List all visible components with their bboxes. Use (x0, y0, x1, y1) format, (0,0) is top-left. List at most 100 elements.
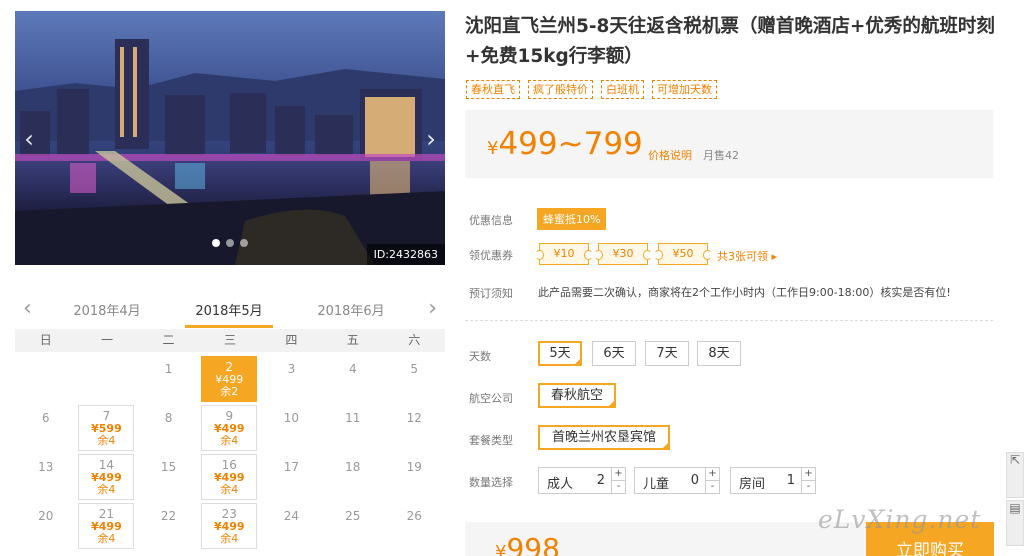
month-tab-current[interactable]: 2018年5月 (185, 300, 273, 319)
promo-badge: 蜂蜜抵10% (537, 208, 607, 230)
calendar-day-cell[interactable]: 14 ¥499 余4 (76, 454, 137, 503)
room-decrement-button[interactable]: - (801, 481, 815, 494)
calendar-day-available[interactable]: 7 ¥599 余4 (78, 405, 135, 451)
coupon-label: 领优惠券 (469, 249, 513, 262)
room-increment-button[interactable]: + (801, 468, 815, 481)
price-explanation-link[interactable]: 价格说明 (648, 147, 692, 163)
calendar-day-available[interactable]: 9 ¥499 余4 (201, 405, 258, 451)
calendar-day-cell: 19 (384, 454, 445, 503)
weekday-label: 四 (285, 333, 298, 347)
booking-notice-text: 此产品需要二次确认，商家将在2个工作小时内（工作日9:00-18:00）核实是否… (538, 286, 951, 299)
chevron-right-icon[interactable]: › (428, 296, 437, 321)
gallery-next-arrow[interactable]: › (421, 124, 441, 154)
calendar-day-available[interactable]: 14 ¥499 余4 (78, 454, 135, 500)
gallery-prev-arrow[interactable]: ‹ (19, 124, 39, 154)
calendar-day-available[interactable]: 16 ¥499 余4 (201, 454, 258, 500)
day-number: 5 (410, 362, 419, 376)
child-increment-button[interactable]: + (705, 468, 719, 481)
calendar-day-cell: 8 (138, 405, 199, 454)
product-tag: 白班机 (601, 80, 644, 99)
monthly-sales: 月售42 (703, 149, 739, 162)
room-count[interactable]: 1 (781, 473, 795, 488)
child-quantity-stepper[interactable]: 儿童 0 + - (634, 467, 720, 494)
day-number: 13 (38, 460, 54, 474)
calendar-day-available[interactable]: 21 ¥499 余4 (78, 503, 135, 549)
coupon-more-link[interactable]: 共3张可领 ▸ (717, 248, 777, 264)
gallery-dot[interactable] (226, 239, 234, 247)
calendar-day-cell: 26 (384, 503, 445, 552)
day-number: 20 (38, 509, 54, 523)
child-count[interactable]: 0 (685, 473, 699, 488)
product-tags: 春秋直飞 疯了般特价 白班机 可增加天数 (466, 80, 717, 99)
calendar-day-cell: 10 (261, 405, 322, 454)
gallery-dot[interactable] (212, 239, 220, 247)
quantity-label: 数量选择 (469, 476, 513, 489)
calendar-day-cell: 20 (15, 503, 76, 552)
calendar-day-selected[interactable]: 2 ¥499 余2 (201, 356, 258, 402)
adult-increment-button[interactable]: + (611, 468, 625, 481)
room-quantity-stepper[interactable]: 房间 1 + - (730, 467, 816, 494)
calendar-day-cell: 12 (384, 405, 445, 454)
calendar-day-available[interactable]: 23 ¥499 余4 (201, 503, 258, 549)
calendar-day-cell[interactable]: 23 ¥499 余4 (199, 503, 260, 552)
share-icon[interactable]: ⇱ (1006, 452, 1024, 498)
day-number: 21 (98, 507, 115, 521)
calendar-day-cell[interactable]: 7 ¥599 余4 (76, 405, 137, 454)
calendar-day-cell: 4 (322, 356, 383, 405)
price-range-value: 499~799 (498, 126, 643, 162)
day-number: 10 (283, 411, 300, 425)
airline-option[interactable]: 春秋航空 (538, 383, 616, 408)
calendar-week-row: 13 14 ¥499 余4 15 16 ¥499 余4 17 18 19 (15, 454, 445, 503)
image-id-label: ID:2432863 (366, 244, 445, 265)
calendar-day-cell: 11 (322, 405, 383, 454)
day-number: 3 (287, 362, 296, 376)
room-label: 房间 (739, 477, 766, 492)
package-option[interactable]: 首晚兰州农垦宾馆 (538, 425, 670, 450)
days-option-7[interactable]: 7天 (645, 341, 689, 366)
days-option-5[interactable]: 5天 (538, 341, 582, 366)
calendar-day-cell[interactable]: 9 ¥499 余4 (199, 405, 260, 454)
calendar-week-row: 1 2 ¥499 余2 3 4 5 (15, 356, 445, 405)
calendar-week-row: 6 7 ¥599 余4 8 9 ¥499 余4 10 11 12 (15, 405, 445, 454)
coupon-50[interactable]: ¥50 (654, 243, 712, 265)
calendar-day-cell[interactable]: 16 ¥499 余4 (199, 454, 260, 503)
gallery-dot[interactable] (240, 239, 248, 247)
favorite-icon[interactable]: ▤ (1006, 500, 1024, 546)
day-number: 12 (406, 411, 422, 425)
calendar-day-cell (15, 356, 76, 405)
buy-now-button[interactable]: 立即购买 (866, 522, 994, 556)
coupon-30[interactable]: ¥30 (594, 243, 652, 265)
calendar-day-cell[interactable]: 21 ¥499 余4 (76, 503, 137, 552)
weekday-label: 一 (101, 333, 114, 347)
day-number: 9 (225, 409, 234, 423)
adult-quantity-stepper[interactable]: 成人 2 + - (538, 467, 626, 494)
days-option-6[interactable]: 6天 (592, 341, 636, 366)
days-option-8[interactable]: 8天 (697, 341, 741, 366)
day-stock: 余4 (97, 532, 116, 545)
day-number: 2 (225, 360, 234, 374)
current-month-underline (185, 325, 273, 328)
calendar-day-cell (76, 356, 137, 405)
adult-decrement-button[interactable]: - (611, 481, 625, 494)
calendar-day-cell: 25 (322, 503, 383, 552)
package-label: 套餐类型 (469, 434, 513, 447)
coupon-10[interactable]: ¥10 (535, 243, 593, 265)
calendar-day-cell[interactable]: 2 ¥499 余2 (199, 356, 260, 405)
day-number: 26 (406, 509, 422, 523)
calendar-day-cell: 1 (138, 356, 199, 405)
month-tab-prev[interactable]: 2018年4月 (63, 300, 151, 319)
calendar-day-cell: 18 (322, 454, 383, 503)
day-number: 11 (345, 411, 361, 425)
day-stock: 余4 (220, 483, 239, 496)
price-panel: ¥499~799 价格说明 月售42 (465, 110, 993, 178)
day-number: 8 (164, 411, 173, 425)
adult-count[interactable]: 2 (591, 473, 605, 488)
currency-symbol: ¥ (495, 542, 507, 556)
chevron-left-icon[interactable]: ‹ (23, 296, 32, 321)
month-tab-next[interactable]: 2018年6月 (307, 300, 395, 319)
child-decrement-button[interactable]: - (705, 481, 719, 494)
weekday-label: 三 (223, 333, 236, 347)
total-price-value: 998 (506, 532, 560, 556)
photo-gallery: ‹ › ID:2432863 (15, 11, 445, 265)
weekday-label: 二 (162, 333, 175, 347)
